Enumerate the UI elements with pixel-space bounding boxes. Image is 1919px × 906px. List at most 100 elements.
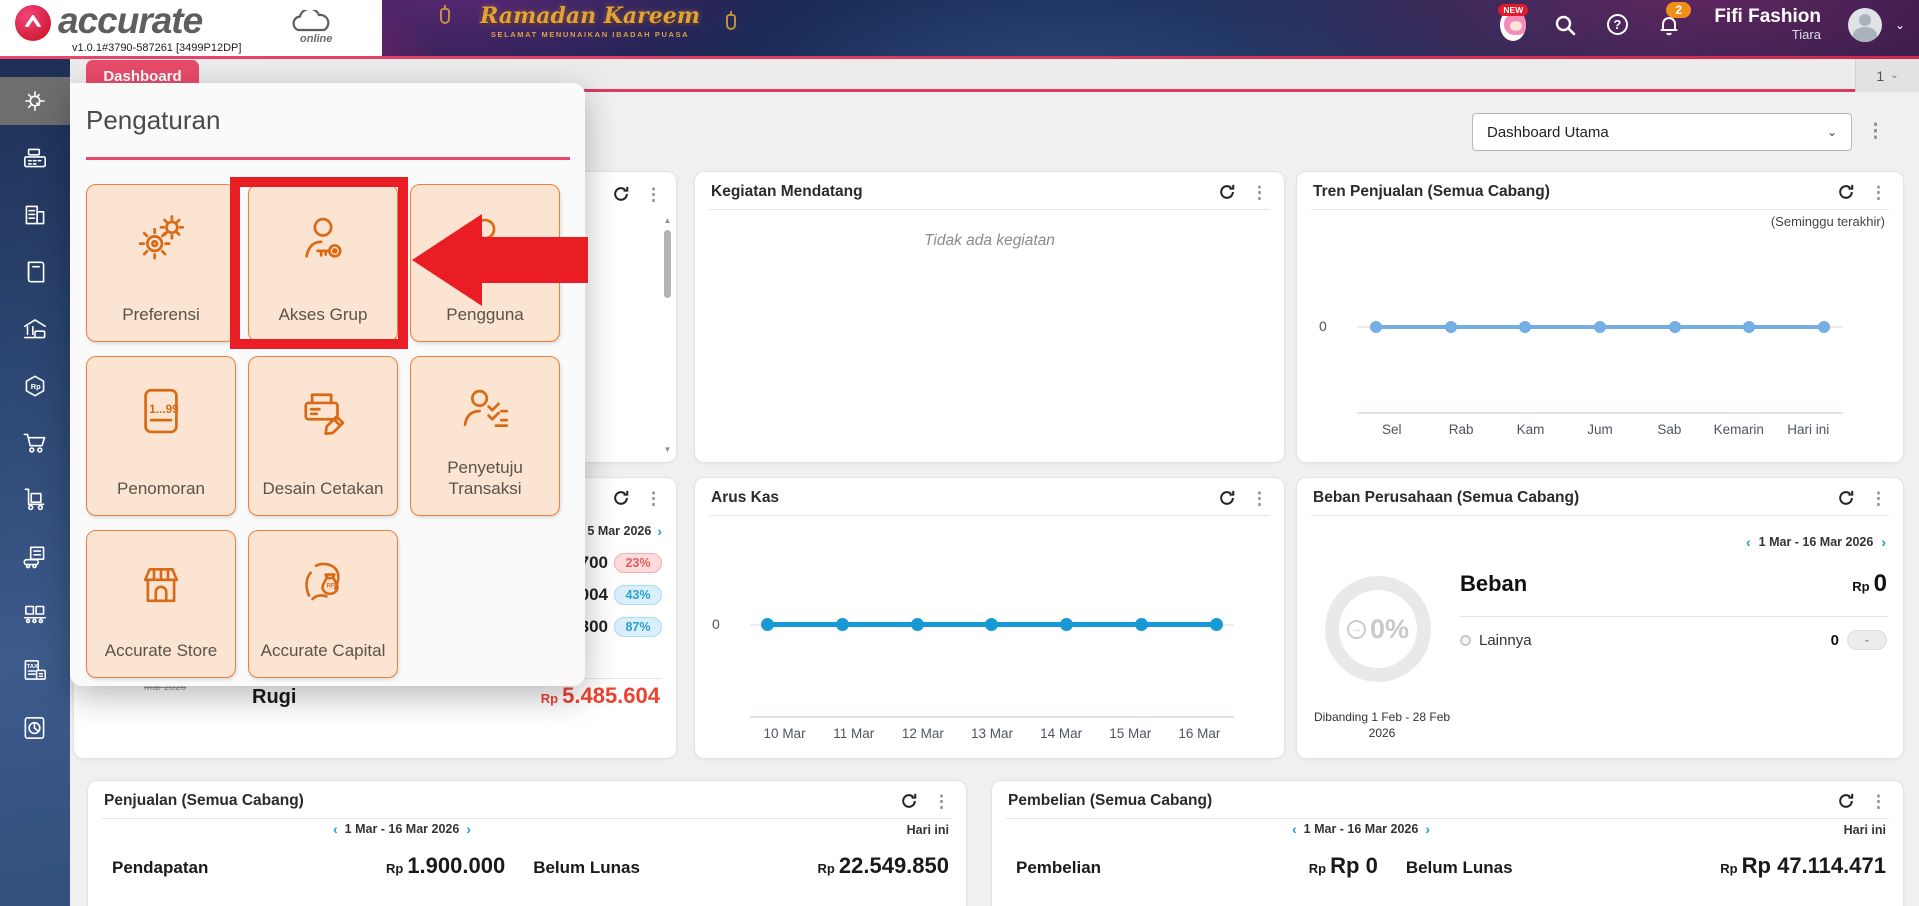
tile-penomoran[interactable]: 1...99 Penomoran	[86, 356, 236, 516]
date-range-row: ‹ 1 Mar - 16 Mar 2026 ›	[1746, 534, 1886, 550]
widget-scrollbar[interactable]: ▲ ▼	[662, 216, 673, 454]
kebab-menu-icon[interactable]: ⋮	[933, 793, 950, 810]
chevron-right-icon[interactable]: ›	[1881, 534, 1886, 550]
legend-bullet-icon	[1460, 634, 1471, 646]
profile-menu-button[interactable]	[1847, 7, 1883, 42]
chevron-down-icon: ⌄	[1826, 125, 1837, 139]
kebab-menu-icon[interactable]: ⋮	[645, 490, 662, 507]
donut-percent: 0%	[1369, 613, 1410, 644]
refresh-icon[interactable]	[1836, 182, 1856, 202]
sidebar-item-purchases[interactable]	[0, 419, 70, 467]
tile-desain-cetakan[interactable]: Desain Cetakan	[248, 356, 398, 516]
chevron-left-icon[interactable]: ‹	[1292, 821, 1297, 837]
x-tick: Kam	[1516, 422, 1545, 437]
sidebar-item-tax[interactable]: TAX	[0, 647, 70, 695]
mascot-news-button[interactable]: NEW	[1498, 3, 1529, 41]
belum-lunas-value: 22.549.850	[838, 853, 949, 878]
sidebar-item-bank[interactable]	[0, 305, 70, 353]
chevron-right-icon[interactable]: ›	[466, 821, 471, 837]
refresh-icon[interactable]	[1217, 488, 1237, 508]
x-tick: Kemarin	[1713, 422, 1764, 437]
ramadan-banner-title: Ramadan Kareem	[479, 3, 701, 29]
x-tick-labels: Sel Rab Kam Jum Sab Kemarin Hari ini	[1357, 422, 1843, 437]
tile-label: Penomoran	[117, 478, 205, 498]
notifications-button[interactable]: 2	[1656, 1, 1692, 38]
date-range: 1 Mar - 16 Mar 2026	[1758, 535, 1874, 549]
svg-text:RP: RP	[327, 583, 336, 590]
dashboard-options-kebab[interactable]: ⋮	[1866, 120, 1885, 143]
tax-document-icon: TAX	[24, 660, 46, 680]
belum-lunas-label: Belum Lunas	[533, 858, 640, 877]
tile-penyetuju-transaksi[interactable]: Penyetuju Transaksi	[410, 356, 560, 516]
kebab-menu-icon[interactable]: ⋮	[1870, 184, 1887, 201]
kebab-menu-icon[interactable]: ⋮	[1870, 793, 1887, 810]
date-range: 1 Mar - 16 Mar 2026	[344, 822, 460, 836]
refresh-icon[interactable]	[1836, 488, 1856, 508]
tile-pengguna[interactable]: Pengguna	[410, 184, 560, 342]
pembelian-value: Rp 0	[1330, 853, 1378, 878]
x-tick: 15 Mar	[1109, 726, 1152, 741]
profile-chevron-down-icon[interactable]: ⌄	[1895, 18, 1905, 32]
sidebar-item-reports[interactable]	[0, 704, 70, 752]
scroll-down-icon[interactable]: ▼	[662, 445, 673, 454]
settings-gear-icon	[25, 91, 45, 111]
page-selector[interactable]: 1 ⌄	[1855, 59, 1919, 92]
y-axis-zero-label: 0	[712, 616, 720, 632]
tile-accurate-store[interactable]: Accurate Store	[86, 530, 236, 678]
sidebar-item-inventory[interactable]	[0, 476, 70, 524]
scroll-thumb[interactable]	[664, 230, 671, 298]
logo-caret-icon	[25, 15, 41, 27]
kebab-menu-icon[interactable]: ⋮	[645, 186, 662, 203]
tile-accurate-capital[interactable]: RP Accurate Capital	[248, 530, 398, 678]
tile-label: Accurate Capital	[260, 640, 386, 660]
tile-preferensi[interactable]: Preferensi	[86, 184, 236, 342]
sidebar-item-journal[interactable]	[0, 248, 70, 296]
dashboard-selector[interactable]: Dashboard Utama ⌄	[1472, 113, 1852, 151]
refresh-icon[interactable]	[1836, 791, 1856, 811]
kebab-menu-icon[interactable]: ⋮	[1251, 184, 1268, 201]
x-tick: 12 Mar	[901, 726, 944, 741]
panel-title-underline	[86, 157, 570, 160]
sidebar-item-company[interactable]	[0, 191, 70, 239]
cash-register-icon	[24, 148, 46, 168]
currency-prefix: Rp	[385, 861, 404, 876]
fixed-asset-icon	[23, 546, 45, 569]
laba-rugi-row: 700 23%	[580, 553, 662, 573]
sidebar-item-sales[interactable]: Rp	[0, 362, 70, 410]
chevron-left-icon[interactable]: ‹	[333, 821, 338, 837]
help-button[interactable]: ?	[1604, 12, 1630, 38]
kebab-menu-icon[interactable]: ⋮	[1870, 490, 1887, 507]
sidebar-item-manufacture[interactable]	[0, 590, 70, 638]
beban-main-row: Beban Rp 0	[1460, 570, 1887, 598]
chevron-left-icon[interactable]: ‹	[1746, 534, 1751, 550]
sidebar-item-assets[interactable]	[0, 533, 70, 581]
compare-period-text: Dibanding 1 Feb - 28 Feb 2026	[1313, 710, 1451, 740]
scroll-up-icon[interactable]: ▲	[662, 216, 673, 225]
legend-value: 0	[1830, 631, 1839, 649]
chevron-right-icon[interactable]: ›	[657, 523, 662, 539]
refresh-icon[interactable]	[611, 488, 631, 508]
printer-pencil-icon	[304, 393, 345, 436]
currency-prefix: Rp	[817, 861, 835, 876]
y-axis-zero-label: 0	[1319, 318, 1327, 334]
x-axis-line	[750, 716, 1234, 718]
company-building-icon	[25, 205, 45, 225]
widget-title: Kegiatan Mendatang	[711, 183, 863, 200]
kegiatan-mendatang-card: Kegiatan Mendatang ⋮ Tidak ada kegiatan	[694, 171, 1285, 463]
page-indicator: 1	[1876, 67, 1885, 84]
refresh-icon[interactable]	[611, 184, 631, 204]
currency-prefix: Rp	[540, 691, 559, 706]
refresh-icon[interactable]	[899, 791, 919, 811]
kebab-menu-icon[interactable]: ⋮	[1251, 490, 1268, 507]
chevron-right-icon[interactable]: ›	[1425, 821, 1430, 837]
header-actions: NEW ? 2 Fifi Fashion Tiara ⌄	[1498, 0, 1905, 49]
sidebar-item-settings[interactable]	[0, 77, 70, 125]
belum-lunas-label: Belum Lunas	[1405, 858, 1513, 877]
logo-zone: accurate online v1.0.1#3790-587261 [3499…	[0, 0, 382, 58]
refresh-icon[interactable]	[1217, 182, 1237, 202]
journal-book-icon	[27, 261, 45, 283]
tile-akses-grup[interactable]: Akses Grup	[248, 184, 398, 342]
widget-title: Arus Kas	[711, 489, 780, 506]
sidebar-item-cash-register[interactable]	[0, 134, 70, 182]
search-button[interactable]	[1552, 12, 1578, 38]
